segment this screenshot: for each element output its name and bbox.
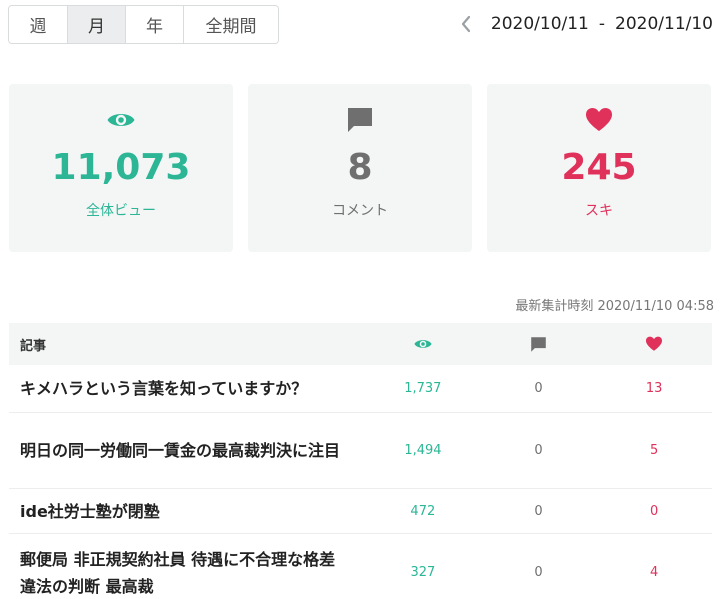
comments-label: コメント [332,203,388,219]
header-comments[interactable] [481,336,597,353]
header-article: 記事 [20,338,47,354]
comments-count: 0 [534,443,543,458]
likes-count: 13 [645,381,663,396]
tab-all-time[interactable]: 全期間 [184,6,278,43]
comments-card: 8 コメント [248,84,472,252]
header-likes[interactable] [596,336,712,352]
table-header: 記事 [9,323,712,365]
likes-value: 245 [561,147,637,188]
article-title-link[interactable]: 明日の同一労働同一賃金の最高裁判決に注目 [9,437,365,464]
views-card: 11,073 全体ビュー [9,84,233,252]
likes-count: 4 [650,565,659,580]
article-title-link[interactable]: ide社労士塾が閉塾 [9,498,365,525]
table-row: 郵便局 非正規契約社員 待遇に不合理な格差 違法の判断 最高裁 327 0 4 [9,534,712,599]
comments-count: 0 [534,565,543,580]
period-tabs: 週 月 年 全期間 [8,5,279,44]
tab-month[interactable]: 月 [68,6,126,43]
tab-week[interactable]: 週 [9,6,68,43]
stat-cards: 11,073 全体ビュー 8 コメント 245 スキ [9,84,711,252]
previous-period-button[interactable] [453,12,479,36]
comments-count: 0 [534,503,543,519]
likes-count: 0 [650,503,659,519]
tab-year[interactable]: 年 [126,6,184,43]
views-count: 327 [410,565,436,580]
date-separator: - [598,14,606,34]
views-count: 1,737 [404,381,442,396]
comments-value: 8 [347,147,373,188]
views-count: 472 [410,503,436,519]
table-row: 明日の同一労働同一賃金の最高裁判決に注目 1,494 0 5 [9,413,712,489]
date-end: 2020/11/10 [615,14,713,34]
heart-icon [646,336,663,351]
article-title-link[interactable]: 郵便局 非正規契約社員 待遇に不合理な格差 違法の判断 最高裁 [9,546,365,599]
comment-icon [531,336,546,352]
table-row: キメハラという言葉を知っていますか？ 1,737 0 13 [9,365,712,413]
comment-icon [346,106,374,134]
comments-count: 0 [534,381,543,396]
total-views-label: 全体ビュー [86,203,156,219]
header-views[interactable] [365,337,481,351]
likes-label: スキ [585,203,613,219]
total-views-value: 11,073 [51,147,191,188]
article-title-link[interactable]: キメハラという言葉を知っていますか？ [9,375,365,402]
table-row: ide社労士塾が閉塾 472 0 0 [9,489,712,534]
date-range: 2020/10/11 - 2020/11/10 [453,12,713,36]
date-start: 2020/10/11 [490,14,589,34]
last-updated: 最新集計時刻 2020/11/10 04:58 [515,299,714,314]
chevron-left-icon [461,15,470,33]
eye-icon [106,106,136,134]
views-count: 1,494 [404,443,442,458]
likes-count: 5 [650,443,659,458]
likes-card: 245 スキ [487,84,711,252]
eye-icon [414,340,432,348]
heart-icon [585,106,613,134]
article-table: 記事 キメハラという言葉を知っていますか？ 1,737 0 13 明日の同一労働… [9,323,712,599]
